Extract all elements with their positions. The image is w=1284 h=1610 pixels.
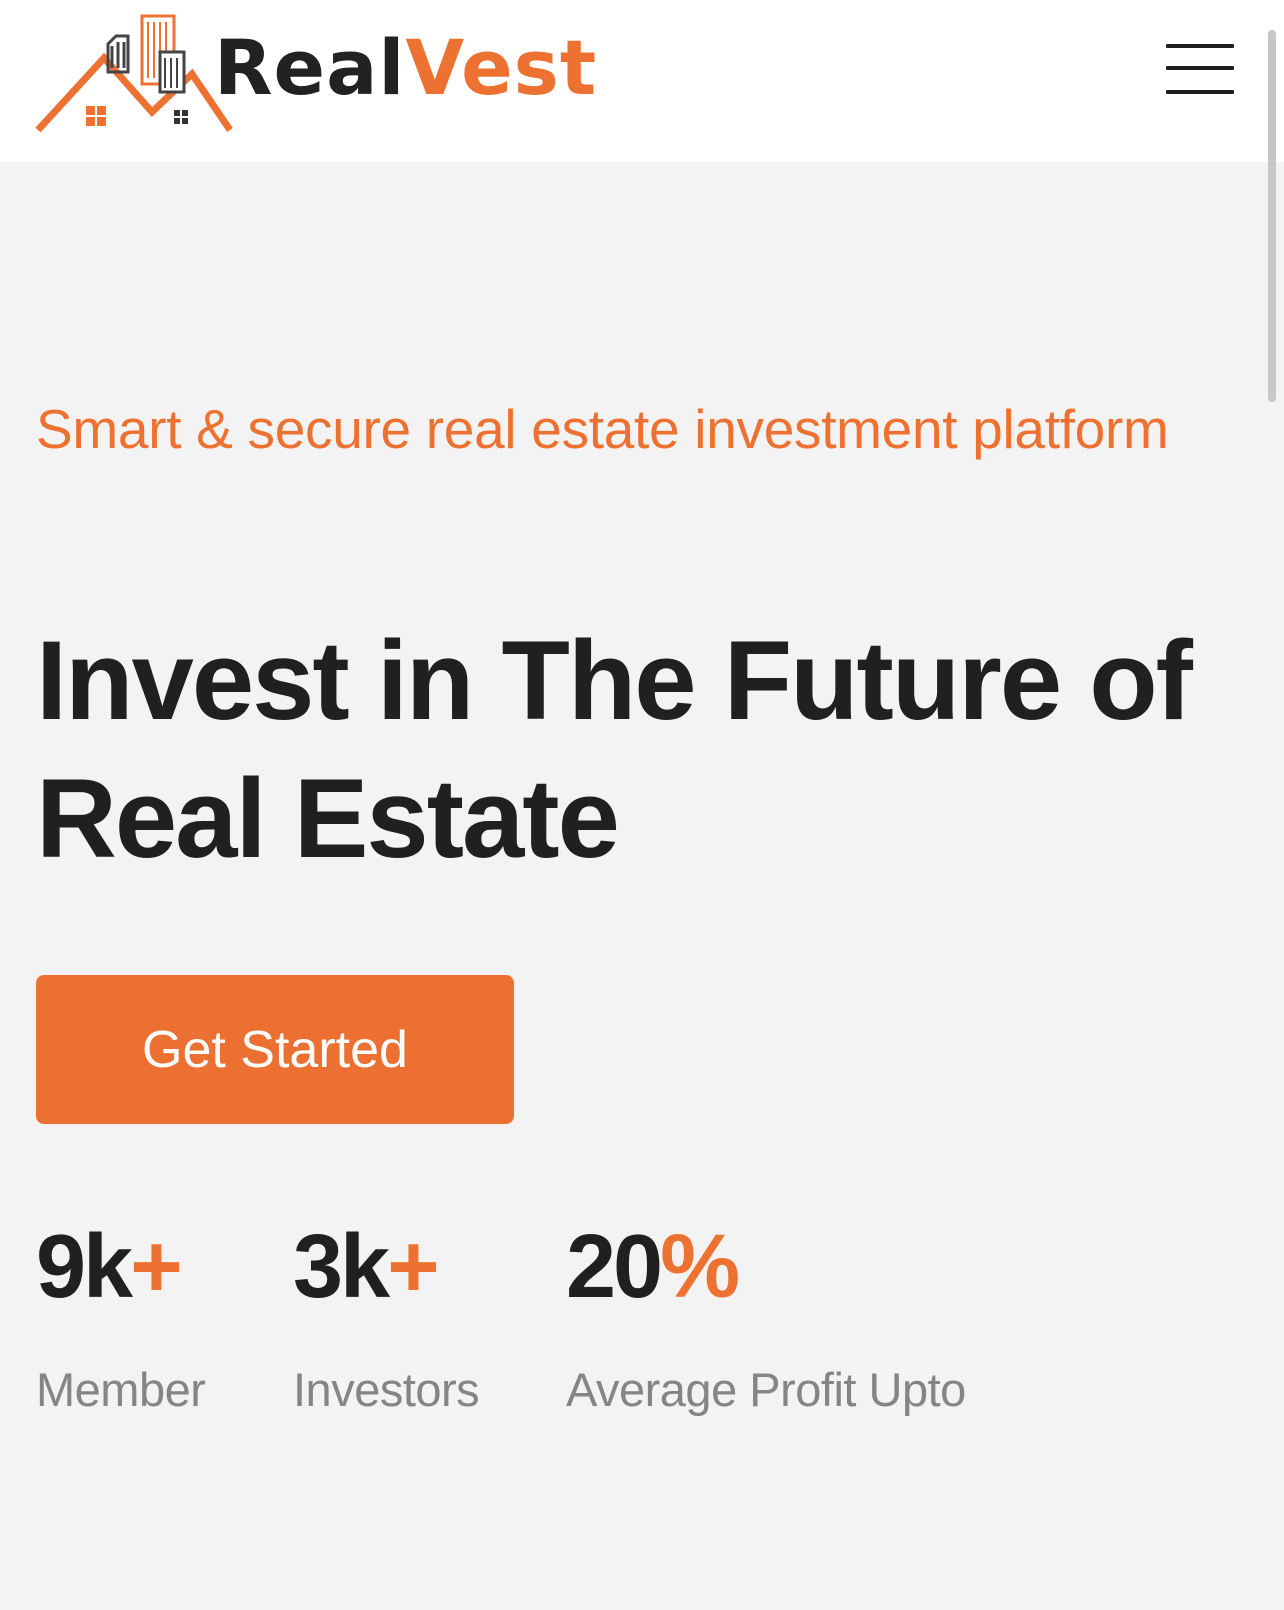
stat-label: Member (36, 1363, 206, 1416)
stat-average-profit: 20% Average Profit Upto (566, 1222, 966, 1417)
stat-value: 20% (566, 1222, 966, 1312)
hamburger-menu-icon[interactable] (1164, 42, 1236, 100)
stat-value: 9k+ (36, 1222, 205, 1312)
stat-investors: 3k+ Investors (293, 1222, 480, 1417)
brand-name-part1: Real (214, 23, 406, 112)
stat-members: 9k+ Member (36, 1222, 206, 1417)
stat-number: 3k (293, 1217, 390, 1317)
menu-bar (1166, 44, 1234, 48)
stat-value: 3k+ (293, 1222, 479, 1312)
site-header: RealVest (0, 0, 1284, 162)
stat-suffix: + (387, 1217, 440, 1317)
stat-label: Investors (293, 1363, 480, 1416)
stat-suffix: % (660, 1217, 740, 1317)
hero-headline: Invest in The Future of Real Estate (36, 618, 1193, 881)
brand-logo[interactable]: RealVest (34, 12, 614, 137)
menu-bar (1166, 90, 1234, 94)
hero-tagline: Smart & secure real estate investment pl… (36, 398, 1169, 460)
stat-suffix: + (130, 1217, 183, 1317)
brand-name: RealVest (214, 30, 597, 106)
stat-number: 20 (566, 1217, 663, 1317)
get-started-button[interactable]: Get Started (36, 975, 514, 1124)
menu-bar (1166, 66, 1234, 70)
stat-label: Average Profit Upto (566, 1363, 966, 1416)
brand-name-part2: Vest (405, 23, 598, 112)
page: RealVest Smart & secure real estate inve… (0, 0, 1284, 1610)
stat-number: 9k (36, 1217, 133, 1317)
house-roof-buildings-icon (35, 14, 233, 133)
scrollbar-thumb[interactable] (1268, 30, 1276, 402)
